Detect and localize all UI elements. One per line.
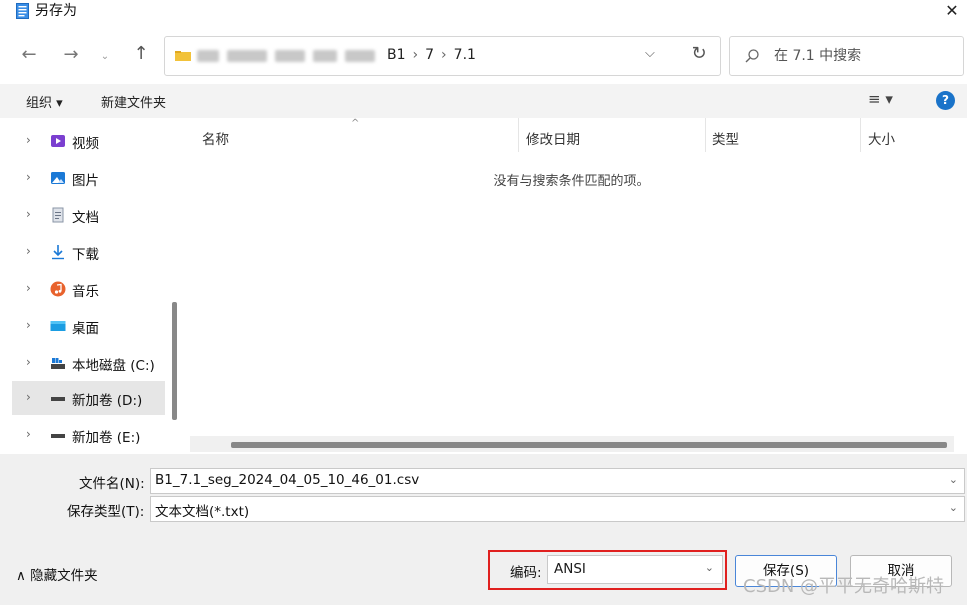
empty-message: 没有与搜索条件匹配的项。: [493, 174, 650, 189]
refresh-button[interactable]: ↻: [688, 43, 710, 64]
expand-chevron-icon[interactable]: ›: [26, 355, 31, 369]
chevron-down-icon[interactable]: ⌄: [949, 501, 958, 514]
expand-chevron-icon[interactable]: ›: [26, 170, 31, 184]
sidebar-scrollbar[interactable]: [172, 302, 177, 420]
organize-button[interactable]: 组织 ▾: [26, 92, 63, 111]
drive-icon: [51, 397, 65, 401]
forward-button[interactable]: →: [58, 42, 84, 68]
sidebar-item-videos[interactable]: › 视频: [12, 124, 165, 158]
drive-icon: [51, 358, 65, 369]
sidebar-item-drive-d[interactable]: › 新加卷 (D:): [12, 381, 165, 415]
folder-icon: [175, 51, 191, 61]
help-button[interactable]: ?: [936, 91, 955, 110]
column-header-name[interactable]: 名称: [202, 128, 229, 148]
sidebar-item-label: 音乐: [72, 284, 99, 300]
watermark: CSDN @平平无奇哈斯特: [743, 576, 945, 597]
breadcrumb-separator-icon[interactable]: ›: [441, 47, 447, 63]
filename-value[interactable]: B1_7.1_seg_2024_04_05_10_46_01.csv: [155, 472, 419, 488]
sidebar-item-documents[interactable]: › 文档: [12, 198, 165, 232]
window-title: 另存为: [35, 3, 77, 19]
notepad-icon: [16, 3, 29, 19]
sidebar-item-label: 下载: [72, 247, 99, 263]
expand-chevron-icon[interactable]: ›: [26, 390, 31, 404]
encoding-value: ANSI: [554, 561, 586, 577]
breadcrumb: B1 › 7 › 7.1: [387, 47, 476, 63]
sidebar-item-downloads[interactable]: › 下载: [12, 235, 165, 269]
expand-chevron-icon[interactable]: ›: [26, 244, 31, 258]
column-divider[interactable]: [860, 118, 861, 152]
sidebar-item-desktop[interactable]: › 桌面: [12, 309, 165, 343]
expand-chevron-icon[interactable]: ›: [26, 133, 31, 147]
sidebar-item-label: 桌面: [72, 321, 99, 337]
sort-ascending-icon: ^: [351, 118, 360, 129]
save-options-area: 文件名(N): B1_7.1_seg_2024_04_05_10_46_01.c…: [0, 454, 967, 605]
address-dropdown-icon[interactable]: ⌵: [645, 46, 655, 61]
sidebar-item-drive-e[interactable]: › 新加卷 (E:): [12, 418, 165, 452]
pictures-icon: [51, 172, 65, 184]
desktop-icon: [50, 321, 66, 331]
expand-chevron-icon[interactable]: ›: [26, 281, 31, 295]
sidebar-item-label: 视频: [72, 136, 99, 152]
column-divider[interactable]: [705, 118, 706, 152]
close-button[interactable]: ✕: [938, 0, 966, 22]
navigation-pane: › 视频 › 图片 › 文档 › 下载 › 音乐 › 桌面 › 本地磁盘 (C:…: [0, 118, 184, 454]
sidebar-item-music[interactable]: › 音乐: [12, 272, 165, 306]
chevron-down-icon[interactable]: ⌄: [705, 561, 714, 574]
redacted-path: [197, 50, 377, 62]
horizontal-scrollbar-thumb[interactable]: [231, 442, 947, 448]
hide-folders-button[interactable]: ∧ 隐藏文件夹: [16, 564, 98, 584]
download-icon: [52, 245, 64, 260]
documents-icon: [52, 207, 64, 223]
filetype-select[interactable]: 文本文档(*.txt) ⌄: [150, 496, 965, 522]
expand-chevron-icon[interactable]: ›: [26, 207, 31, 221]
column-divider[interactable]: [518, 118, 519, 152]
breadcrumb-item[interactable]: 7: [425, 47, 434, 63]
filename-field[interactable]: B1_7.1_seg_2024_04_05_10_46_01.csv ⌄: [150, 468, 965, 494]
sidebar-item-label: 图片: [72, 173, 99, 189]
file-list: ^ 名称 修改日期 类型 大小 没有与搜索条件匹配的项。: [188, 118, 967, 454]
search-icon: [745, 49, 759, 63]
recent-locations-button[interactable]: ⌄: [92, 44, 118, 70]
up-button[interactable]: ↑: [128, 41, 154, 67]
music-icon: [50, 281, 66, 297]
breadcrumb-separator-icon[interactable]: ›: [413, 47, 419, 63]
video-icon: [51, 135, 65, 147]
column-header-size[interactable]: 大小: [868, 128, 895, 148]
filetype-label: 保存类型(T):: [67, 504, 145, 520]
sidebar-item-label: 新加卷 (E:): [72, 430, 141, 446]
search-box[interactable]: [729, 36, 964, 76]
command-bar: 组织 ▾ 新建文件夹 ≡ ▾ ?: [0, 84, 967, 118]
view-options-button[interactable]: ≡ ▾: [868, 90, 893, 108]
expand-chevron-icon[interactable]: ›: [26, 427, 31, 441]
encoding-label: 编码:: [510, 565, 542, 581]
encoding-select[interactable]: ANSI ⌄: [547, 555, 723, 584]
back-button[interactable]: ←: [16, 42, 42, 68]
filename-label: 文件名(N):: [79, 476, 145, 492]
chevron-down-icon[interactable]: ⌄: [949, 473, 958, 486]
search-input[interactable]: [774, 46, 954, 66]
drive-icon: [51, 434, 65, 438]
sidebar-item-label: 文档: [72, 210, 99, 226]
sidebar-item-pictures[interactable]: › 图片: [12, 161, 165, 195]
column-header-type[interactable]: 类型: [712, 128, 739, 148]
sidebar-item-label: 本地磁盘 (C:): [72, 358, 155, 374]
breadcrumb-item[interactable]: B1: [387, 47, 406, 63]
filetype-value: 文本文档(*.txt): [155, 504, 250, 520]
new-folder-button[interactable]: 新建文件夹: [101, 92, 166, 111]
breadcrumb-item[interactable]: 7.1: [454, 47, 476, 63]
title-bar: 另存为 ✕: [0, 0, 967, 26]
column-header-modified[interactable]: 修改日期: [526, 128, 580, 148]
sidebar-item-label: 新加卷 (D:): [72, 393, 143, 409]
sidebar-item-drive-c[interactable]: › 本地磁盘 (C:): [12, 346, 165, 380]
address-bar[interactable]: B1 › 7 › 7.1 ⌵ ↻: [164, 36, 721, 76]
expand-chevron-icon[interactable]: ›: [26, 318, 31, 332]
